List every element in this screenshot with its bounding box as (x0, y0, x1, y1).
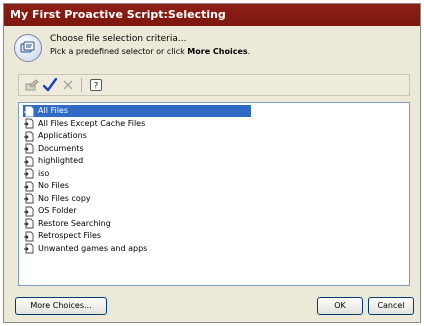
selector-document-icon (23, 118, 35, 130)
list-item[interactable]: OS Folder (23, 205, 80, 217)
selector-document-icon (23, 205, 35, 217)
list-item-label: No Files (38, 181, 69, 190)
selector-document-icon (23, 193, 35, 205)
list-item[interactable]: Unwanted games and apps (23, 243, 150, 255)
selector-dialog: My First Proactive Script:Selecting Choo… (3, 3, 421, 323)
list-item-label: highlighted (38, 156, 84, 165)
selector-document-icon (23, 130, 35, 142)
list-item-label: All Files (35, 106, 72, 115)
svg-text:?: ? (94, 82, 99, 92)
header-subtitle: Pick a predefined selector or click More… (50, 47, 250, 56)
list-item-label: No Files copy (38, 193, 91, 203)
header-subtitle-suffix: . (247, 47, 251, 56)
list-item-label: Applications (38, 131, 87, 140)
list-item-label: iso (38, 168, 50, 178)
selector-document-icon (23, 155, 35, 167)
list-item-label: Documents (38, 143, 84, 153)
help-icon[interactable]: ? (87, 77, 105, 93)
selector-document-icon (23, 218, 35, 230)
more-choices-button[interactable]: More Choices... (15, 297, 107, 315)
list-item[interactable]: All Files (23, 105, 251, 117)
selector-document-icon (23, 230, 35, 242)
list-item-label: All Files Except Cache Files (38, 118, 146, 128)
ok-button[interactable]: OK (317, 297, 363, 315)
list-item[interactable]: iso (23, 168, 52, 180)
selector-document-icon (23, 180, 35, 192)
list-item[interactable]: Documents (23, 143, 87, 155)
list-item-label: OS Folder (38, 206, 77, 215)
header-title: Choose file selection criteria... (50, 34, 187, 44)
cancel-button[interactable]: Cancel (368, 297, 414, 315)
list-item[interactable]: Retrospect Files (23, 230, 104, 242)
list-item[interactable]: All Files Except Cache Files (23, 118, 148, 130)
list-item-label: Unwanted games and apps (38, 243, 148, 253)
selector-toolbar: ? (18, 74, 410, 96)
list-item[interactable]: No Files copy (23, 193, 94, 205)
list-item[interactable]: No Files (23, 180, 72, 192)
selector-criteria-icon (14, 34, 42, 62)
list-item[interactable]: Restore Searching (23, 218, 114, 230)
toolbar-separator (81, 78, 82, 92)
dialog-header: Choose file selection criteria... Pick a… (14, 32, 410, 68)
delete-x-icon[interactable] (59, 77, 77, 93)
selector-list[interactable]: All Files All Files Except Cache Files App… (18, 102, 410, 286)
checkmark-icon[interactable] (41, 77, 59, 93)
selector-document-icon (23, 105, 35, 117)
list-item[interactable]: highlighted (23, 155, 86, 167)
list-item-label: Retrospect Files (38, 231, 102, 240)
window-title: My First Proactive Script:Selecting (4, 4, 420, 26)
header-subtitle-prefix: Pick a predefined selector or click (50, 47, 188, 56)
list-item[interactable]: Applications (23, 130, 90, 142)
edit-icon[interactable] (23, 77, 41, 93)
selector-document-icon (23, 143, 35, 155)
selector-document-icon (23, 243, 35, 255)
selector-document-icon (23, 168, 35, 180)
list-item-label: Restore Searching (38, 218, 111, 228)
header-subtitle-bold: More Choices (187, 47, 248, 56)
